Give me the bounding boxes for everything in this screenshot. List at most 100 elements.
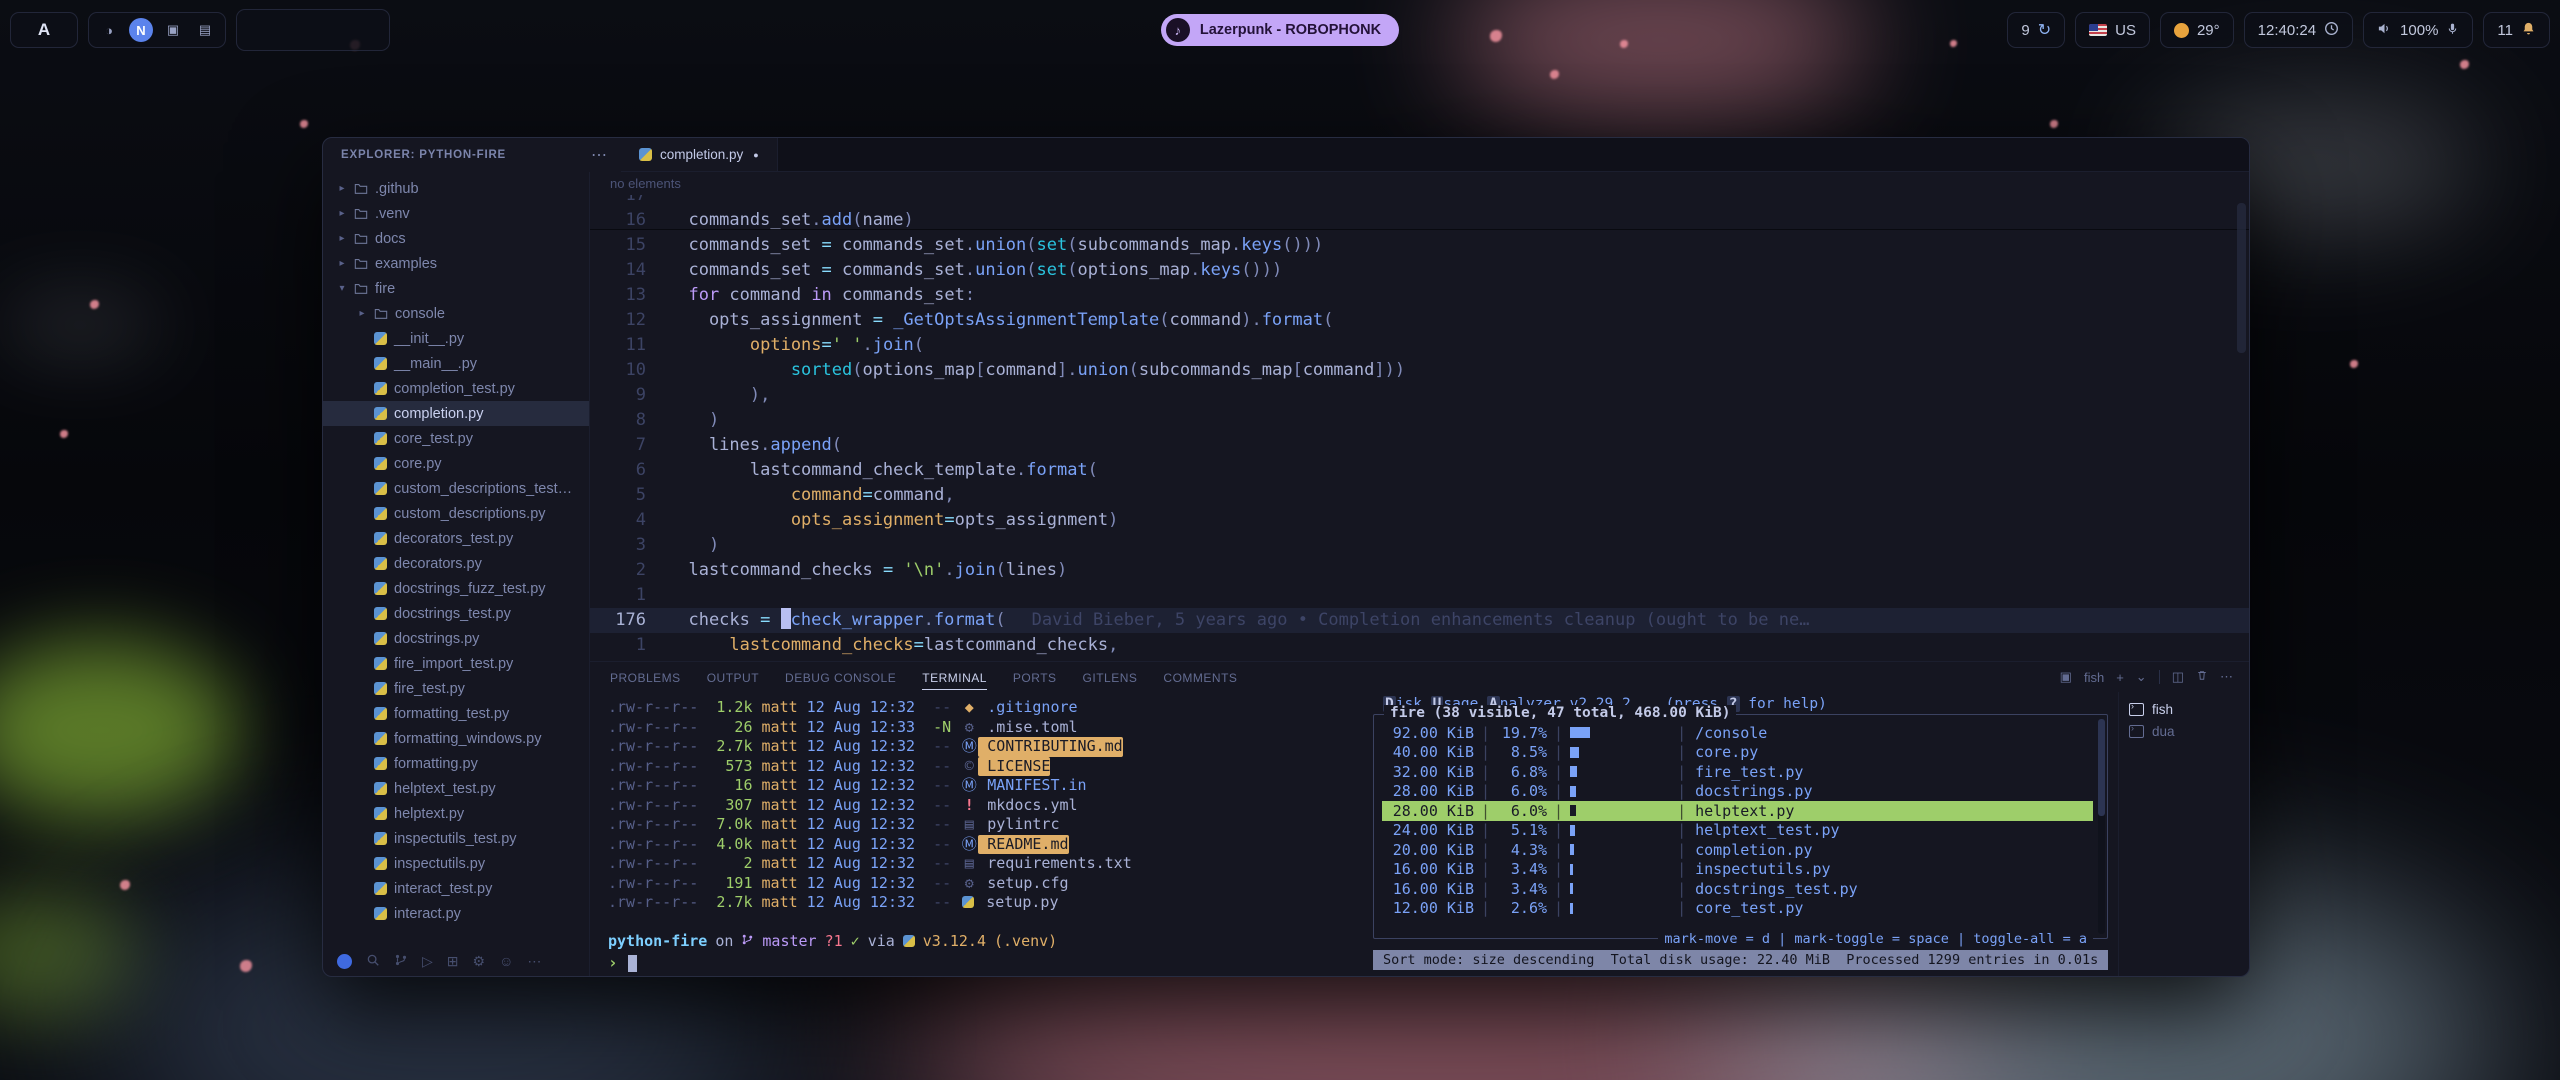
tree-file-docstrings_test.py[interactable]: docstrings_test.py: [323, 601, 589, 626]
session-dua[interactable]: dua: [2129, 720, 2249, 742]
tree-file-formatting.py[interactable]: formatting.py: [323, 751, 589, 776]
kill-terminal-button[interactable]: [2196, 669, 2208, 685]
code-line-14[interactable]: 14 commands_set = commands_set.union(set…: [590, 258, 2249, 283]
system-graph-widget[interactable]: [236, 9, 390, 51]
tree-file-custom_descriptions.py[interactable]: custom_descriptions.py: [323, 501, 589, 526]
explorer-more-actions[interactable]: ⋯: [591, 145, 607, 165]
tree-file-docstrings.py[interactable]: docstrings.py: [323, 626, 589, 651]
code-editor[interactable]: 17 """16 commands_set.add(name)15 comman…: [590, 195, 2249, 661]
code-line-10[interactable]: 10 sorted(options_map[command].union(sub…: [590, 358, 2249, 383]
tree-file-formatting_windows.py[interactable]: formatting_windows.py: [323, 726, 589, 751]
tree-folder-docs[interactable]: ▸docs: [323, 226, 589, 251]
panel-tab-comments[interactable]: COMMENTS: [1163, 664, 1237, 690]
code-line-4[interactable]: 4 opts_assignment=opts_assignment): [590, 508, 2249, 533]
panel-tab-terminal[interactable]: TERMINAL: [922, 664, 987, 690]
dua-row-core_test.py[interactable]: 12.00 KiB|2.6%||core_test.py: [1382, 899, 2093, 919]
debug-icon[interactable]: ▷: [422, 953, 433, 970]
dua-row-console[interactable]: 92.00 KiB|19.7%||/console: [1382, 723, 2093, 743]
panel-tab-output[interactable]: OUTPUT: [707, 664, 759, 690]
workspace-button-2[interactable]: N: [129, 18, 153, 42]
code-line-1[interactable]: 1: [590, 583, 2249, 608]
panel-tab-gitlens[interactable]: GITLENS: [1083, 664, 1138, 690]
keyboard-layout-widget[interactable]: US: [2075, 12, 2150, 48]
tree-file-custom_descriptions_test[interactable]: custom_descriptions_test…: [323, 476, 589, 501]
code-line-11[interactable]: 11 options=' '.join(: [590, 333, 2249, 358]
settings-gear-icon[interactable]: ⚙: [473, 953, 486, 970]
dua-panel[interactable]: Disk Usage Analyzer v2.29.2 (press ? for…: [1369, 692, 2118, 976]
panel-tab-ports[interactable]: PORTS: [1013, 664, 1057, 690]
tree-folder-fire[interactable]: ▾fire: [323, 276, 589, 301]
media-widget[interactable]: ♪ Lazerpunk - ROBOPHONK: [1161, 14, 1399, 46]
dua-row-inspectutils.py[interactable]: 16.00 KiB|3.4%||inspectutils.py: [1382, 860, 2093, 880]
code-line-1[interactable]: 1 lastcommand_checks=lastcommand_checks,: [590, 633, 2249, 658]
code-line-5[interactable]: 5 command=command,: [590, 483, 2249, 508]
editor-scrollbar[interactable]: [2237, 203, 2246, 353]
workspace-button-4[interactable]: ▤: [193, 18, 217, 42]
terminal-panel-icon[interactable]: ▣: [2060, 669, 2072, 685]
dua-row-completion.py[interactable]: 20.00 KiB|4.3%||completion.py: [1382, 840, 2093, 860]
panel-tab-problems[interactable]: PROBLEMS: [610, 664, 681, 690]
launcher-button[interactable]: A: [10, 12, 78, 48]
source-control-icon[interactable]: [394, 953, 408, 970]
tree-file-core.py[interactable]: core.py: [323, 451, 589, 476]
tree-file-interact.py[interactable]: interact.py: [323, 901, 589, 926]
dua-row-helptext_test.py[interactable]: 24.00 KiB|5.1%||helptext_test.py: [1382, 821, 2093, 841]
tree-folder-console[interactable]: ▸console: [323, 301, 589, 326]
tree-file-core_test.py[interactable]: core_test.py: [323, 426, 589, 451]
code-line-12[interactable]: 12 opts_assignment = _GetOptsAssignmentT…: [590, 308, 2249, 333]
remote-indicator[interactable]: [337, 954, 352, 969]
code-line-13[interactable]: 13 for command in commands_set:: [590, 283, 2249, 308]
account-icon[interactable]: ☺: [499, 953, 513, 969]
terminal-input-line[interactable]: ›: [608, 953, 1369, 973]
split-terminal-button[interactable]: ◫: [2172, 669, 2184, 685]
workspace-button-3[interactable]: ▣: [161, 18, 185, 42]
tree-file-decorators.py[interactable]: decorators.py: [323, 551, 589, 576]
dua-row-docstrings.py[interactable]: 28.00 KiB|6.0%||docstrings.py: [1382, 782, 2093, 802]
tree-file-completion_test.py[interactable]: completion_test.py: [323, 376, 589, 401]
notifications-widget[interactable]: 11: [2483, 12, 2550, 48]
updates-widget[interactable]: 9 ↻: [2007, 12, 2065, 48]
tree-folder-.github[interactable]: ▸.github: [323, 176, 589, 201]
tree-file-interact_test.py[interactable]: interact_test.py: [323, 876, 589, 901]
clock-widget[interactable]: 12:40:24: [2244, 12, 2353, 48]
tree-file-decorators_test.py[interactable]: decorators_test.py: [323, 526, 589, 551]
workspace-button-1[interactable]: ◑: [97, 18, 121, 42]
breadcrumb[interactable]: no elements: [590, 172, 2249, 195]
new-terminal-button[interactable]: +: [2116, 670, 2124, 685]
dua-row-docstrings_test.py[interactable]: 16.00 KiB|3.4%||docstrings_test.py: [1382, 879, 2093, 899]
tree-file-fire_test.py[interactable]: fire_test.py: [323, 676, 589, 701]
terminal[interactable]: .rw-r--r-- 1.2k matt 12 Aug 12:32 -- ◆ .…: [590, 692, 1369, 976]
shell-selector[interactable]: fish: [2084, 670, 2104, 685]
terminal-dropdown-icon[interactable]: ⌄: [2136, 669, 2147, 685]
code-line-176[interactable]: 176 checks = check_wrapper.format(David …: [590, 608, 2249, 633]
code-line-2[interactable]: 2 lastcommand_checks = '\n'.join(lines): [590, 558, 2249, 583]
panel-more-button[interactable]: ⋯: [2220, 669, 2233, 685]
tree-file-__init__.py[interactable]: __init__.py: [323, 326, 589, 351]
tree-file-formatting_test.py[interactable]: formatting_test.py: [323, 701, 589, 726]
panel-tab-debug-console[interactable]: DEBUG CONSOLE: [785, 664, 896, 690]
extensions-icon[interactable]: ⊞: [447, 953, 459, 970]
tree-file-completion.py[interactable]: completion.py: [323, 401, 589, 426]
code-line-7[interactable]: 7 lines.append(: [590, 433, 2249, 458]
dua-row-core.py[interactable]: 40.00 KiB|8.5%||core.py: [1382, 743, 2093, 763]
code-line-3[interactable]: 3 ): [590, 533, 2249, 558]
tree-file-helptext_test.py[interactable]: helptext_test.py: [323, 776, 589, 801]
audio-widget[interactable]: 100%: [2363, 12, 2473, 48]
dua-row-fire_test.py[interactable]: 32.00 KiB|6.8%||fire_test.py: [1382, 762, 2093, 782]
tree-file-docstrings_fuzz_test.py[interactable]: docstrings_fuzz_test.py: [323, 576, 589, 601]
search-icon[interactable]: [366, 953, 380, 970]
code-line-9[interactable]: 9 ),: [590, 383, 2249, 408]
code-line-17[interactable]: 17 """: [590, 195, 2249, 208]
session-fish[interactable]: fish: [2129, 698, 2249, 720]
dua-scrollbar[interactable]: [2098, 719, 2105, 934]
tree-file-fire_import_test.py[interactable]: fire_import_test.py: [323, 651, 589, 676]
tab-completion-py[interactable]: completion.py ●: [621, 138, 778, 171]
code-line-8[interactable]: 8 ): [590, 408, 2249, 433]
tree-file-__main__.py[interactable]: __main__.py: [323, 351, 589, 376]
dua-row-helptext.py[interactable]: 28.00 KiB|6.0%||helptext.py: [1382, 801, 2093, 821]
tree-file-inspectutils.py[interactable]: inspectutils.py: [323, 851, 589, 876]
tree-file-inspectutils_test.py[interactable]: inspectutils_test.py: [323, 826, 589, 851]
weather-widget[interactable]: 29°: [2160, 12, 2234, 48]
tree-folder-.venv[interactable]: ▸.venv: [323, 201, 589, 226]
more-icon[interactable]: ⋯: [527, 953, 541, 970]
